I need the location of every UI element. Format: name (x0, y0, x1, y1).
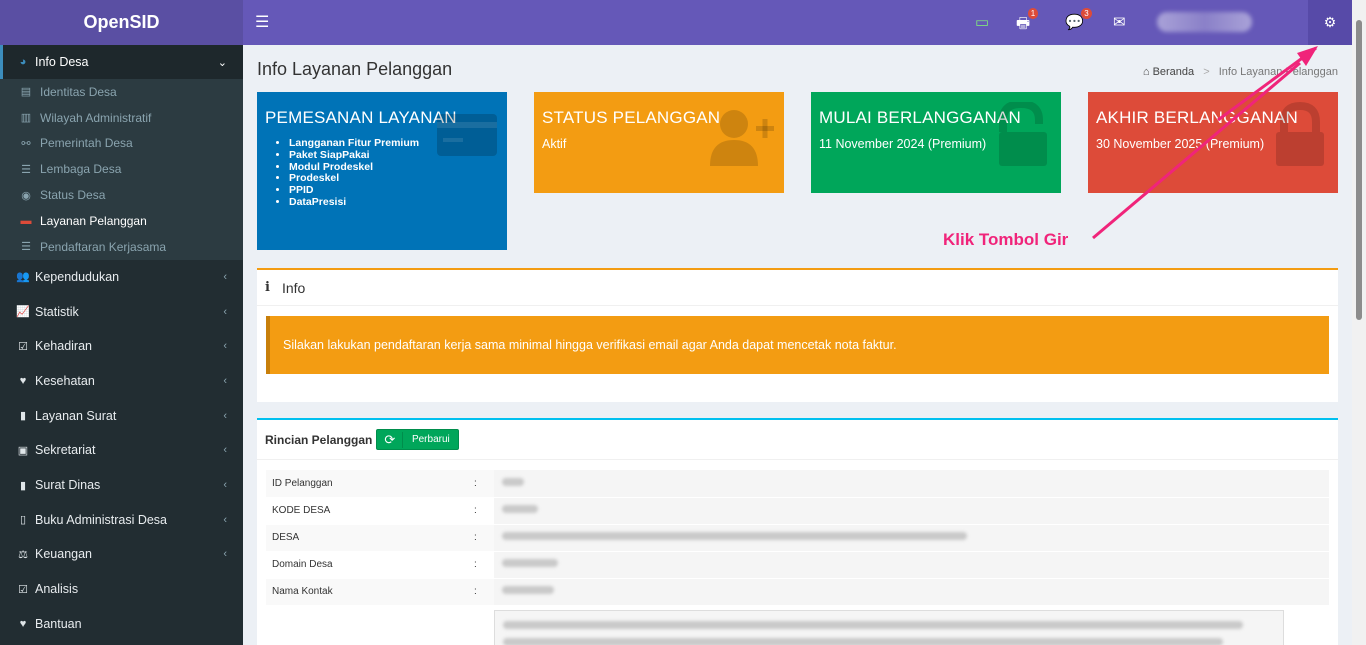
annotation-arrow (1092, 46, 1318, 240)
page-scrollbar[interactable] (1352, 0, 1366, 645)
annotation-label: Klik Tombol Gir (943, 230, 1069, 249)
scrollbar-thumb[interactable] (1356, 20, 1362, 320)
